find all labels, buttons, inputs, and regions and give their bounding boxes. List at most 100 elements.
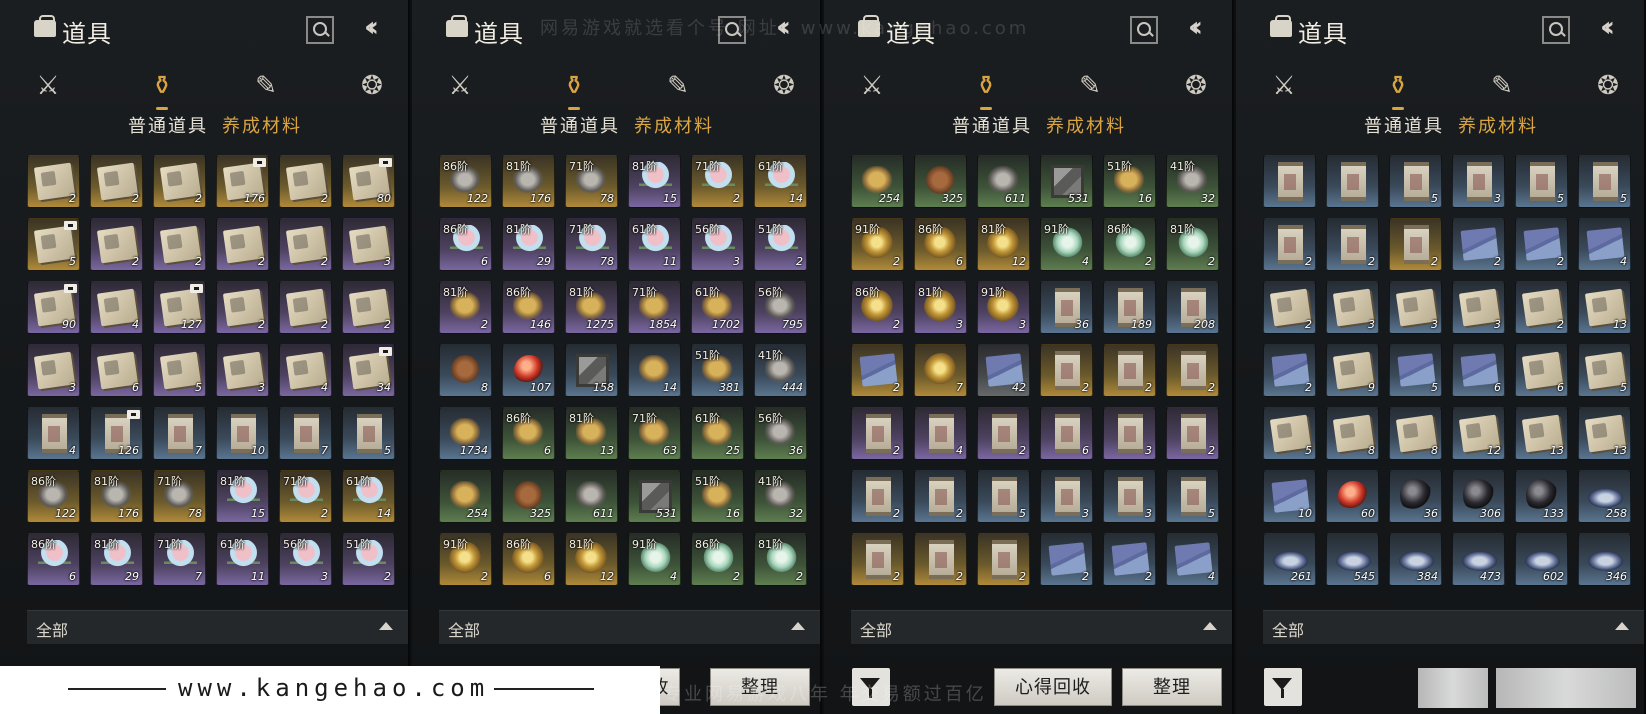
item-slot[interactable]: 36 — [1389, 470, 1442, 523]
item-slot[interactable]: 3 — [1452, 281, 1505, 334]
item-slot[interactable]: 5 — [1263, 407, 1316, 460]
item-slot[interactable]: 56阶 3 — [279, 533, 332, 586]
item-slot[interactable]: 325 — [502, 470, 555, 523]
item-slot[interactable]: 86阶 6 — [439, 218, 492, 271]
item-slot[interactable]: 306 — [1452, 470, 1505, 523]
item-slot[interactable]: 2 — [153, 218, 206, 271]
item-slot[interactable]: 5 — [1515, 155, 1568, 208]
sort-button[interactable]: 整理 — [1122, 668, 1222, 706]
item-slot[interactable]: 61阶 11 — [628, 218, 681, 271]
item-slot[interactable]: 3 — [216, 344, 269, 397]
item-slot[interactable] — [1326, 155, 1379, 208]
item-slot[interactable]: 81阶 1275 — [565, 281, 618, 334]
item-slot[interactable]: 531 — [1040, 155, 1093, 208]
item-slot[interactable]: 7 — [153, 407, 206, 460]
item-slot[interactable]: 2 — [977, 533, 1030, 586]
item-slot[interactable]: 7 — [914, 344, 967, 397]
item-slot[interactable]: 86阶 6 — [502, 533, 555, 586]
item-slot[interactable]: 4 — [27, 407, 80, 460]
item-slot[interactable]: 12 — [1452, 407, 1505, 460]
item-slot[interactable]: 86阶 6 — [502, 407, 555, 460]
item-slot[interactable]: 71阶 2 — [279, 470, 332, 523]
item-slot[interactable]: 107 — [502, 344, 555, 397]
item-slot[interactable]: 6 — [1040, 407, 1093, 460]
item-slot[interactable]: 2 — [1263, 344, 1316, 397]
tab-normal-items[interactable]: 普通道具 — [128, 112, 208, 138]
item-slot[interactable]: 189 — [1103, 281, 1156, 334]
item-slot[interactable]: 2 — [1040, 344, 1093, 397]
item-slot[interactable]: 56阶 36 — [754, 407, 807, 460]
item-slot[interactable]: 5 — [1389, 155, 1442, 208]
item-slot[interactable]: 2 — [1326, 218, 1379, 271]
item-slot[interactable]: 126 — [90, 407, 143, 460]
item-slot[interactable]: 81阶 12 — [977, 218, 1030, 271]
item-slot[interactable]: 9 — [1326, 344, 1379, 397]
tab-growth-materials[interactable]: 养成材料 — [222, 112, 302, 138]
crossed-swords-icon[interactable]: ⚔ — [438, 66, 482, 106]
item-slot[interactable]: 2 — [279, 218, 332, 271]
item-slot[interactable]: 7 — [279, 407, 332, 460]
item-slot[interactable]: 611 — [977, 155, 1030, 208]
item-slot[interactable]: 71阶 1854 — [628, 281, 681, 334]
item-slot[interactable]: 13 — [1578, 407, 1631, 460]
item-slot[interactable]: 2 — [279, 281, 332, 334]
item-slot[interactable]: 81阶 29 — [90, 533, 143, 586]
item-slot[interactable]: 261 — [1263, 533, 1316, 586]
search-button[interactable] — [306, 16, 334, 44]
item-slot[interactable]: 2 — [1040, 533, 1093, 586]
item-slot[interactable]: 2 — [216, 218, 269, 271]
item-slot[interactable]: 2 — [342, 281, 395, 334]
item-slot[interactable]: 2 — [851, 407, 904, 460]
item-slot[interactable]: 41阶 32 — [754, 470, 807, 523]
item-slot[interactable]: 41阶 444 — [754, 344, 807, 397]
item-slot[interactable]: 91阶 2 — [439, 533, 492, 586]
item-slot[interactable]: 2 — [1263, 281, 1316, 334]
item-slot[interactable]: 4 — [1578, 218, 1631, 271]
item-slot[interactable]: 71阶 2 — [691, 155, 744, 208]
item-slot[interactable]: 61阶 11 — [216, 533, 269, 586]
item-slot[interactable]: 2 — [1389, 218, 1442, 271]
item-slot[interactable]: 2 — [1515, 218, 1568, 271]
item-slot[interactable]: 10 — [1263, 470, 1316, 523]
item-slot[interactable]: 254 — [851, 155, 904, 208]
filter-dropdown[interactable]: 全部 — [1263, 610, 1644, 644]
search-button[interactable] — [1542, 16, 1570, 44]
item-slot[interactable]: 8 — [1389, 407, 1442, 460]
tab-normal-items[interactable]: 普通道具 — [952, 112, 1032, 138]
item-slot[interactable]: 51阶 2 — [342, 533, 395, 586]
item-slot[interactable]: 4 — [1166, 533, 1219, 586]
item-slot[interactable]: 6 — [90, 344, 143, 397]
item-slot[interactable]: 2 — [851, 533, 904, 586]
item-slot[interactable]: 6 — [1515, 344, 1568, 397]
token-icon[interactable]: ❂ — [762, 66, 806, 106]
token-icon[interactable]: ❂ — [1586, 66, 1630, 106]
token-icon[interactable]: ❂ — [1174, 66, 1218, 106]
item-slot[interactable]: 86阶 2 — [691, 533, 744, 586]
crossed-swords-icon[interactable]: ⚔ — [1262, 66, 1306, 106]
item-slot[interactable]: 2 — [279, 155, 332, 208]
filter-dropdown[interactable]: 全部 — [439, 610, 820, 644]
item-slot[interactable]: 254 — [439, 470, 492, 523]
item-slot[interactable]: 86阶 6 — [27, 533, 80, 586]
item-slot[interactable]: 81阶 2 — [1166, 218, 1219, 271]
tab-growth-materials[interactable]: 养成材料 — [1046, 112, 1126, 138]
item-slot[interactable]: 545 — [1326, 533, 1379, 586]
item-slot[interactable]: 56阶 3 — [691, 218, 744, 271]
crossed-swords-icon[interactable]: ⚔ — [850, 66, 894, 106]
item-slot[interactable]: 61阶 1702 — [691, 281, 744, 334]
search-button[interactable] — [1130, 16, 1158, 44]
item-slot[interactable]: 42 — [977, 344, 1030, 397]
item-slot[interactable]: 6 — [1452, 344, 1505, 397]
item-slot[interactable]: 56阶 795 — [754, 281, 807, 334]
item-slot[interactable]: 91阶 3 — [977, 281, 1030, 334]
item-slot[interactable]: 2 — [1103, 344, 1156, 397]
item-slot[interactable]: 602 — [1515, 533, 1568, 586]
item-slot[interactable]: 2 — [977, 407, 1030, 460]
item-slot[interactable]: 51阶 16 — [1103, 155, 1156, 208]
item-slot[interactable]: 34 — [342, 344, 395, 397]
back-chevrons-icon[interactable]: ‹‹ — [1188, 10, 1228, 44]
pouch-icon[interactable]: ⚱ — [140, 66, 184, 110]
item-slot[interactable]: 133 — [1515, 470, 1568, 523]
item-slot[interactable]: 81阶 2 — [439, 281, 492, 334]
item-slot[interactable]: 127 — [153, 281, 206, 334]
